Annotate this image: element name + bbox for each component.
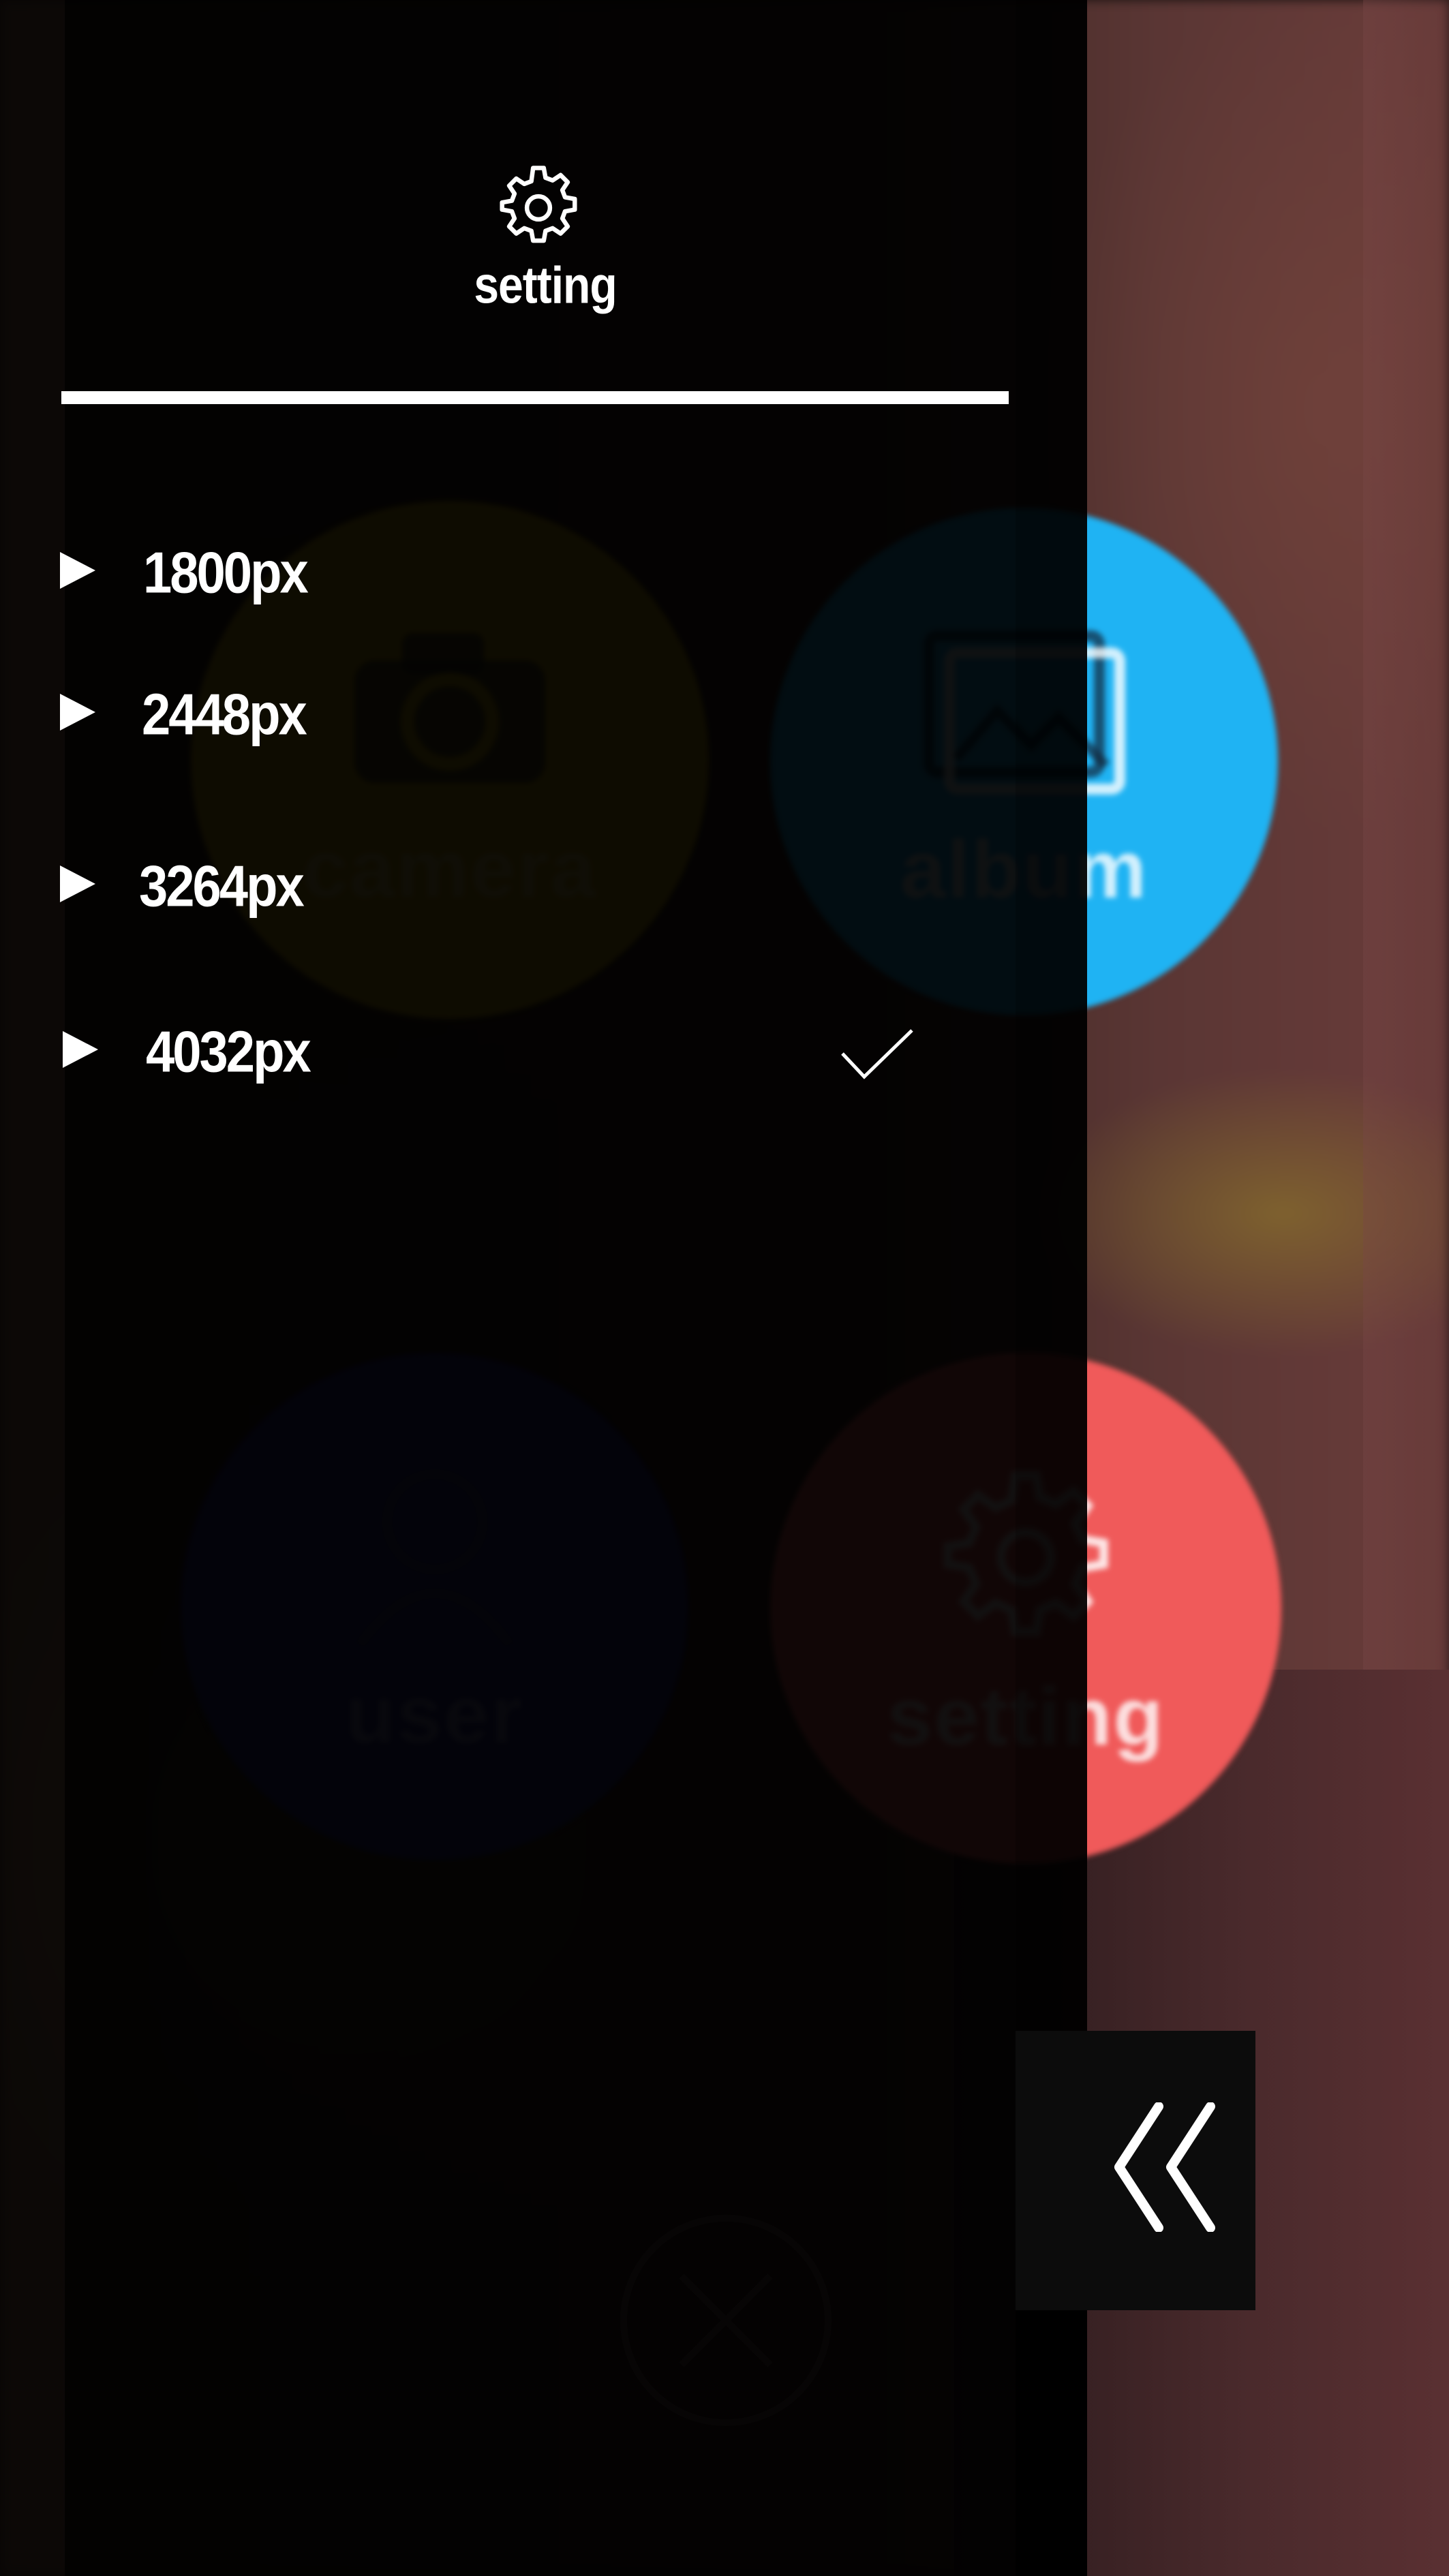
panel-right-edge	[1016, 0, 1087, 2031]
header-divider	[61, 391, 1009, 404]
play-arrow-icon	[63, 1031, 98, 1068]
settings-panel	[65, 0, 1087, 2576]
play-arrow-icon	[60, 865, 95, 902]
resolution-label: 2448px	[142, 682, 307, 748]
double-chevron-left-icon	[1114, 2102, 1215, 2232]
panel-title: setting	[474, 256, 617, 314]
resolution-option-1800[interactable]: 1800px	[60, 540, 946, 634]
resolution-label: 3264px	[139, 854, 305, 919]
resolution-label: 1800px	[143, 540, 309, 606]
play-arrow-icon	[60, 694, 95, 731]
play-arrow-icon	[60, 552, 95, 589]
panel-left-edge	[0, 0, 65, 2576]
screen: camera album user setting	[0, 0, 1449, 2576]
resolution-label: 4032px	[146, 1019, 311, 1085]
resolution-option-4032[interactable]: 4032px	[63, 1019, 949, 1113]
resolution-option-3264[interactable]: 3264px	[60, 854, 946, 947]
collapse-panel-button[interactable]	[1016, 2031, 1255, 2310]
resolution-option-2448[interactable]: 2448px	[60, 682, 946, 776]
gear-icon	[500, 166, 577, 243]
checkmark-icon	[841, 1029, 913, 1079]
